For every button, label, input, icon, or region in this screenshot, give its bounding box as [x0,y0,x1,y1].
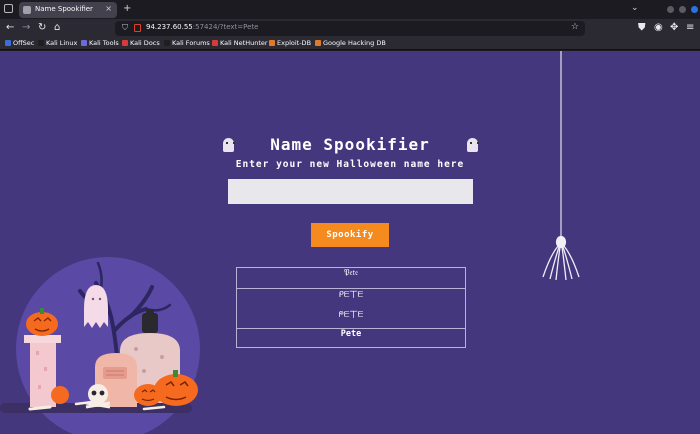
result-row: ᖘᗴ丅ᗴ [237,309,465,329]
forward-icon[interactable]: → [22,22,30,34]
exploit-db-icon [269,40,275,46]
results-table: 𝔓𝔢𝔱𝔢 ᑭᗴ丅ᗴ ᖘᗴ丅ᗴ Pete [236,267,466,348]
minimize-icon[interactable] [667,6,674,13]
menu-icon[interactable]: ≡ [686,22,694,33]
column-cap [24,335,61,343]
bookmarks-toolbar: OffSec Kali Linux Kali Tools Kali Docs K… [0,38,700,50]
page-title: Name Spookifier [270,135,430,154]
kali-docs-icon [122,40,128,46]
new-tab-icon[interactable]: + [123,3,131,14]
tab-overview-icon[interactable] [4,4,13,13]
kali-nethunter-icon [212,40,218,46]
bookmark-kali-linux[interactable]: Kali Linux [38,39,77,47]
close-tab-icon[interactable]: × [105,4,112,13]
navigation-toolbar: ← → ↻ ⌂ ⛉ 94.237.60.55:57424/?text=Pete … [0,19,700,38]
bookmark-kali-docs[interactable]: Kali Docs [122,39,160,47]
kali-linux-icon [38,40,44,46]
bookmark-offsec[interactable]: OffSec [5,39,34,47]
pumpkin-4 [51,386,69,404]
reload-icon[interactable]: ↻ [38,22,46,34]
list-all-tabs-icon[interactable]: ⌄ [631,3,639,13]
spookify-button[interactable]: Spookify [311,223,389,247]
back-icon[interactable]: ← [6,22,14,34]
result-row: ᑭᗴ丅ᗴ [338,290,364,299]
spider-icon [542,235,580,281]
page-content: Name Spookifier Enter your new Halloween… [0,51,700,434]
lantern [142,313,158,333]
kali-forums-icon [164,40,170,46]
bookmark-google-hacking-db[interactable]: Google Hacking DB [315,39,386,47]
graveyard-illustration [0,257,200,434]
url-bar[interactable]: ⛉ 94.237.60.55:57424/?text=Pete ☆ [115,21,585,36]
google-hacking-db-icon [315,40,321,46]
account-icon[interactable]: ◉ [654,22,663,33]
result-row: Pete [340,329,362,339]
ghost-figure [84,285,108,328]
bookmark-kali-tools[interactable]: Kali Tools [81,39,119,47]
ghost-right-icon [467,138,479,152]
url-text[interactable]: 94.237.60.55:57424/?text=Pete [146,23,258,31]
maximize-icon[interactable] [679,6,686,13]
bookmark-kali-forums[interactable]: Kali Forums [164,39,210,47]
extensions-icon[interactable]: ✥ [670,22,678,33]
tracking-shield-icon[interactable]: ⛉ [122,23,128,33]
bookmark-kali-nethunter[interactable]: Kali NetHunter [212,39,268,47]
tab-strip: Name Spookifier × + ⌄ [0,0,700,19]
bookmark-exploit-db[interactable]: Exploit-DB [269,39,311,47]
name-input[interactable] [228,179,473,204]
pumpkin-3 [134,384,162,406]
result-row: 𝔓𝔢𝔱𝔢 [237,268,465,289]
url-path: :57424/?text=Pete [192,23,259,31]
url-host: 94.237.60.55 [146,23,193,31]
close-window-icon[interactable] [691,6,698,13]
pocket-icon[interactable]: ⛊ [638,22,646,33]
tab-favicon-icon [23,6,31,14]
kali-tools-icon [81,40,87,46]
offsec-icon [5,40,11,46]
bookmark-star-icon[interactable]: ☆ [571,22,579,32]
tab-title: Name Spookifier [35,5,93,13]
tab-name-spookifier[interactable]: Name Spookifier × [19,2,117,18]
pumpkin-2 [154,374,198,406]
home-icon[interactable]: ⌂ [54,22,60,34]
pumpkin-1 [26,312,58,336]
bone [28,405,52,411]
insecure-lock-icon[interactable] [134,24,141,32]
page-subtitle: Enter your new Halloween name here [235,159,465,170]
